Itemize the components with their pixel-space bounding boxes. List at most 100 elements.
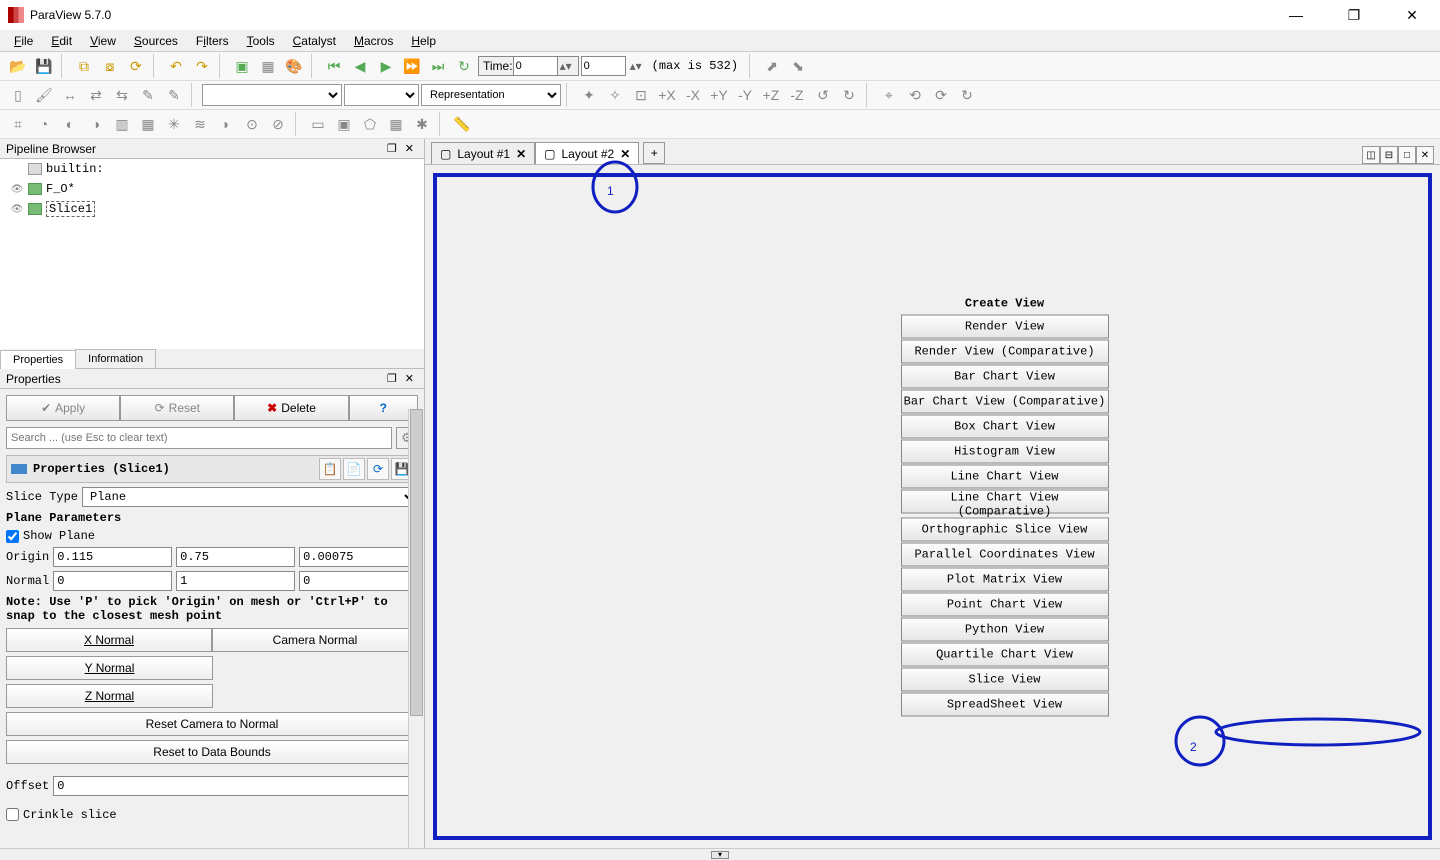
refresh-icon[interactable]: ⟳: [124, 54, 148, 78]
view-option-point[interactable]: Point Chart View: [901, 592, 1109, 616]
close-icon[interactable]: ✕: [620, 147, 630, 161]
paste-icon[interactable]: 📄: [343, 458, 365, 480]
view-option-line[interactable]: Line Chart View: [901, 464, 1109, 488]
menu-sources[interactable]: Sources: [126, 32, 186, 50]
copy-icon[interactable]: 📋: [319, 458, 341, 480]
collapse-icon[interactable]: [11, 464, 27, 474]
adjust-cam-icon[interactable]: ⌖: [877, 83, 901, 107]
normal-x-input[interactable]: [53, 571, 172, 591]
warp-icon[interactable]: ◗: [214, 112, 238, 136]
disconnect-icon[interactable]: ⧇: [98, 54, 122, 78]
xplus-icon[interactable]: +X: [655, 83, 679, 107]
view-option-box[interactable]: Box Chart View: [901, 414, 1109, 438]
link-cam2-icon[interactable]: ⟳: [929, 83, 953, 107]
sel-through-icon[interactable]: ▣: [332, 112, 356, 136]
calculator-icon[interactable]: ⌗: [6, 112, 30, 136]
rescale-icon[interactable]: ↔: [58, 83, 82, 107]
menu-tools[interactable]: Tools: [239, 32, 283, 50]
layout-tab-1[interactable]: ▢ Layout #1 ✕: [431, 142, 535, 164]
custom-icon[interactable]: ⇆: [110, 83, 134, 107]
view-option-ortho[interactable]: Orthographic Slice View: [901, 517, 1109, 541]
pipeline-browser[interactable]: builtin: 👁 F_O* 👁 Slice1: [0, 159, 424, 349]
sel-interactive-icon[interactable]: ✱: [410, 112, 434, 136]
y-normal-button[interactable]: Y Normal: [6, 656, 213, 680]
zoom-data-icon[interactable]: ✧: [603, 83, 627, 107]
reset-button[interactable]: ⟳Reset: [120, 395, 234, 421]
stream-icon[interactable]: ≋: [188, 112, 212, 136]
first-frame-icon[interactable]: ⏮: [322, 54, 346, 78]
contour-icon[interactable]: ◔: [32, 112, 56, 136]
yplus-icon[interactable]: +Y: [707, 83, 731, 107]
next-frame-icon[interactable]: ⏩: [400, 54, 424, 78]
view-option-parallel[interactable]: Parallel Coordinates View: [901, 542, 1109, 566]
pipeline-node-slice1[interactable]: 👁 Slice1: [0, 199, 424, 219]
extract-icon[interactable]: ▦: [136, 112, 160, 136]
view-option-hist[interactable]: Histogram View: [901, 439, 1109, 463]
properties-search-input[interactable]: [6, 427, 392, 449]
threshold-icon[interactable]: ▥: [110, 112, 134, 136]
view-option-render-comp[interactable]: Render View (Comparative): [901, 339, 1109, 363]
menu-catalyst[interactable]: Catalyst: [285, 32, 344, 50]
layout-add-button[interactable]: +: [643, 142, 665, 164]
apply-icon[interactable]: ▣: [230, 54, 254, 78]
menu-filters[interactable]: Filters: [188, 32, 237, 50]
glyph-icon[interactable]: ✳: [162, 112, 186, 136]
undock-icon[interactable]: ❐: [383, 142, 401, 155]
view-frame[interactable]: Create View Render View Render View (Com…: [433, 173, 1432, 840]
array-selector[interactable]: [202, 84, 342, 106]
tab-properties[interactable]: Properties: [0, 350, 76, 369]
menu-macros[interactable]: Macros: [346, 32, 401, 50]
reset-bounds-button[interactable]: Reset to Data Bounds: [6, 740, 418, 764]
reload-icon[interactable]: ⟳: [367, 458, 389, 480]
ungroup-icon[interactable]: ⊘: [266, 112, 290, 136]
reset-cam-icon[interactable]: ✦: [577, 83, 601, 107]
view-option-matrix[interactable]: Plot Matrix View: [901, 567, 1109, 591]
view-option-bar[interactable]: Bar Chart View: [901, 364, 1109, 388]
resize-handle[interactable]: ▾: [0, 848, 1440, 860]
rot90a-icon[interactable]: ↺: [811, 83, 835, 107]
time-value-input[interactable]: [513, 56, 558, 76]
group-icon[interactable]: ⊙: [240, 112, 264, 136]
view-option-spreadsheet[interactable]: SpreadSheet View: [901, 692, 1109, 716]
xminus-icon[interactable]: -X: [681, 83, 705, 107]
slice-icon[interactable]: ◑: [84, 112, 108, 136]
eye-icon[interactable]: 👁: [10, 204, 24, 215]
tab-information[interactable]: Information: [75, 349, 156, 368]
properties-section-header[interactable]: Properties (Slice1) 📋 📄 ⟳ 💾: [6, 455, 418, 483]
close-icon[interactable]: ✕: [516, 147, 526, 161]
sel-block-icon[interactable]: ▦: [384, 112, 408, 136]
color-icon[interactable]: 🖌: [32, 83, 56, 107]
edit-color2-icon[interactable]: ✎: [162, 83, 186, 107]
axes-icon[interactable]: ▯: [6, 83, 30, 107]
zplus-icon[interactable]: +Z: [759, 83, 783, 107]
close-panel-icon[interactable]: ✕: [401, 142, 418, 155]
auto-icon[interactable]: ⇄: [84, 83, 108, 107]
scrollbar[interactable]: [408, 409, 424, 848]
menu-edit[interactable]: Edit: [43, 32, 80, 50]
delete-button[interactable]: ✖Delete: [234, 395, 348, 421]
show-plane-checkbox[interactable]: [6, 530, 19, 543]
x-normal-button[interactable]: X Normal: [6, 628, 212, 652]
split-v-icon[interactable]: ⊟: [1380, 146, 1398, 164]
zoom-closest-icon[interactable]: ⊡: [629, 83, 653, 107]
yminus-icon[interactable]: -Y: [733, 83, 757, 107]
camera-normal-button[interactable]: Camera Normal: [212, 628, 418, 652]
undo-icon[interactable]: ↶: [164, 54, 188, 78]
close-panel-icon[interactable]: ✕: [401, 372, 418, 385]
split-h-icon[interactable]: ◫: [1362, 146, 1380, 164]
normal-z-input[interactable]: [299, 571, 418, 591]
origin-x-input[interactable]: [53, 547, 172, 567]
undock-icon[interactable]: ❐: [383, 372, 401, 385]
ruler-icon[interactable]: 📏: [450, 112, 474, 136]
save-icon[interactable]: 💾: [32, 54, 56, 78]
redo-icon[interactable]: ↷: [190, 54, 214, 78]
slice-type-select[interactable]: Plane: [82, 487, 418, 507]
origin-y-input[interactable]: [176, 547, 295, 567]
view-option-render[interactable]: Render View: [901, 314, 1109, 338]
crinkle-checkbox[interactable]: [6, 808, 19, 821]
offset-input[interactable]: [53, 776, 418, 796]
screenshot-icon[interactable]: ▦: [256, 54, 280, 78]
representation-selector[interactable]: Representation: [421, 84, 561, 106]
view-option-slice[interactable]: Slice View: [901, 667, 1109, 691]
view-option-python[interactable]: Python View: [901, 617, 1109, 641]
